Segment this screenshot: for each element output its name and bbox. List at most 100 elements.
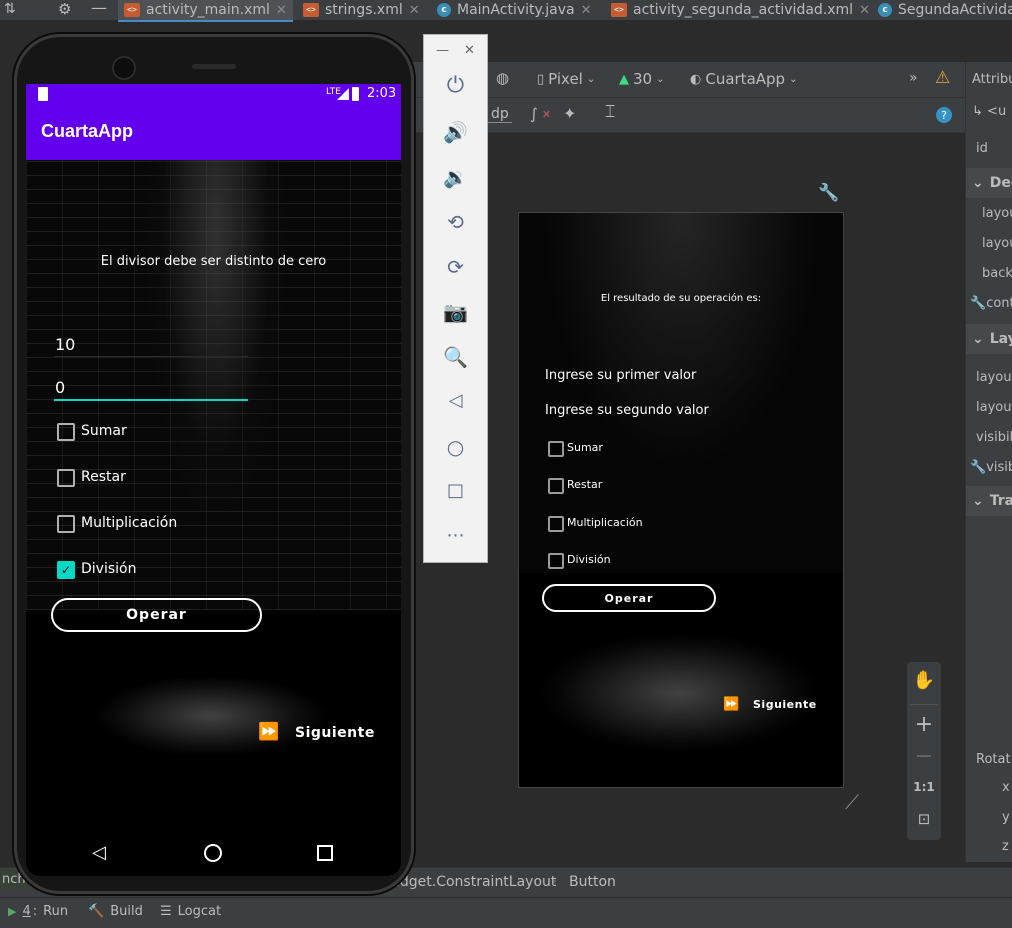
magic-wand-icon[interactable]: ✦ (563, 104, 576, 123)
breadcrumb-leaf[interactable]: Button (569, 874, 616, 890)
overview-icon[interactable] (317, 845, 333, 861)
collapse-icon[interactable]: ⇅ (4, 1, 16, 17)
zoom-to-fit-icon[interactable]: ⊡ (907, 810, 941, 828)
attributes-panel: Attribut ↳ <u id ⌄Dec layou layou backg … (965, 62, 1012, 862)
light-beam (146, 160, 286, 520)
tab-mainactivity[interactable]: c MainActivity.java ✕ (437, 0, 591, 20)
rotate-right-icon[interactable]: ⟳ (424, 255, 487, 279)
close-icon[interactable]: ✕ (409, 3, 420, 18)
align-icon[interactable]: ⌶ (605, 102, 615, 122)
back-icon[interactable]: ◁ (424, 390, 487, 411)
design-preview[interactable]: El resultado de su operación es: Ingrese… (518, 212, 844, 788)
clear-constraints-icon[interactable]: ∫ ✕ (530, 105, 551, 123)
checkbox-division-checked[interactable]: ✓ (57, 561, 75, 579)
attributes-header: Attribut (972, 72, 1012, 87)
siguiente-button[interactable]: Siguiente (295, 725, 375, 741)
operar-button[interactable]: Operar (51, 598, 262, 632)
siguiente-button[interactable]: Siguiente (753, 698, 817, 711)
first-value-input[interactable]: Ingrese su primer valor (545, 368, 696, 383)
rotation-y: y (1002, 810, 1010, 825)
chevron-right-icon: › (552, 874, 557, 888)
spotlight (539, 633, 819, 753)
back-icon[interactable]: ◁ (92, 842, 106, 863)
power-icon[interactable]: ⏻ (424, 73, 487, 98)
chevron-down-icon: ⌄ (972, 331, 984, 347)
zoom-in-icon[interactable]: + (907, 712, 941, 737)
checkbox-label: Restar (567, 478, 603, 491)
volume-up-icon[interactable]: 🔊 (424, 120, 487, 144)
minimize-icon[interactable]: — (436, 43, 449, 58)
resize-handle-icon[interactable]: ⟋ (845, 790, 859, 814)
attr-row[interactable]: backg (982, 266, 1012, 281)
wrench-icon[interactable]: 🔧 (818, 183, 839, 203)
close-icon[interactable]: ✕ (859, 3, 870, 18)
checkbox-label: Sumar (567, 441, 603, 454)
attr-id[interactable]: id (976, 141, 988, 156)
tab-segunda-actividad-xml[interactable]: <> activity_segunda_actividad.xml ✕ (611, 0, 870, 20)
checkbox-label: División (567, 553, 611, 566)
play-icon: ▶ (8, 905, 17, 918)
zoom-out-icon[interactable]: − (907, 744, 941, 769)
operar-button[interactable]: Operar (542, 584, 716, 612)
close-icon[interactable]: ✕ (464, 43, 475, 58)
default-margins[interactable]: dp (488, 106, 512, 123)
zoom-icon[interactable]: 🔍 (424, 345, 487, 369)
magnifier-icon[interactable]: ◍ (496, 69, 509, 87)
editor-tab-bar: ⇅ ⚙ — <> activity_main.xml ✕ <> strings.… (0, 0, 1012, 22)
checkbox-sumar[interactable] (57, 423, 75, 441)
tab-activity-main[interactable]: <> activity_main.xml ✕ (118, 0, 293, 22)
overflow-icon[interactable]: » (909, 70, 918, 86)
attr-row[interactable]: layou (982, 206, 1012, 221)
zoom-one-to-one[interactable]: 1:1 (907, 780, 941, 794)
attr-row[interactable]: layout_ (976, 370, 1012, 385)
minimize-icon[interactable]: — (91, 0, 107, 17)
build-tool-button[interactable]: 🔨 Build (88, 904, 143, 919)
section-layout[interactable]: ⌄Lay (966, 324, 1012, 354)
emulator-toolbar: — ✕ ⏻ 🔊 🔉 ⟲ ⟳ 📷 🔍 ◁ ○ □ ⋯ (423, 34, 488, 563)
app-bar: CuartaApp (26, 106, 401, 160)
device-selector[interactable]: ▯ Pixel ⌄ (537, 70, 595, 88)
phone-screen[interactable]: LTE 2:03 CuartaApp El divisor debe ser d… (26, 84, 401, 876)
first-value-input[interactable]: 10 (55, 335, 75, 354)
attr-row[interactable]: visibilit (976, 430, 1012, 445)
checkbox-multiplicacion[interactable] (548, 516, 564, 532)
second-value-input[interactable]: Ingrese su segundo valor (545, 403, 709, 418)
attr-row-content[interactable]: 🔧conte (970, 296, 1012, 311)
checkbox-sumar[interactable] (548, 441, 564, 457)
component-tree-row[interactable]: ↳ <u (972, 104, 1006, 119)
attr-row[interactable]: layou (982, 236, 1012, 251)
home-icon[interactable]: ○ (424, 435, 487, 459)
pan-hand-icon[interactable]: ✋ (907, 670, 941, 691)
help-icon[interactable]: ? (936, 107, 952, 123)
run-tool-button[interactable]: ▶ 4: Run (8, 904, 68, 919)
gear-icon[interactable]: ⚙ (58, 0, 71, 18)
overview-icon[interactable]: □ (424, 480, 487, 501)
api-selector[interactable]: ▲ 30 ⌄ (619, 70, 664, 88)
tab-segunda-actividad-java[interactable]: c SegundaActivida (878, 0, 1012, 20)
branch-icon: ↳ (972, 104, 983, 119)
camera-icon[interactable]: 📷 (424, 300, 487, 324)
second-value-input[interactable]: 0 (55, 378, 65, 397)
home-icon[interactable] (204, 844, 222, 862)
breadcrumb-path[interactable]: idget.ConstraintLayout (396, 874, 556, 890)
theme-selector[interactable]: ◐ CuartaApp ⌄ (690, 70, 797, 88)
checkbox-restar[interactable] (548, 478, 564, 494)
attr-row-visibility[interactable]: 🔧visib (970, 460, 1012, 475)
tab-strings[interactable]: <> strings.xml ✕ (303, 0, 420, 20)
api-label: 30 (633, 70, 653, 88)
volume-down-icon[interactable]: 🔉 (424, 165, 487, 189)
section-declared[interactable]: ⌄Dec (966, 168, 1012, 198)
more-icon[interactable]: ⋯ (424, 525, 487, 546)
warning-icon[interactable]: ⚠ (935, 68, 950, 88)
checkbox-multiplicacion[interactable] (57, 515, 75, 533)
tab-label: MainActivity.java (457, 2, 575, 18)
logcat-tool-button[interactable]: ☰ Logcat (160, 904, 221, 919)
checkbox-division[interactable] (548, 553, 564, 569)
section-transform[interactable]: ⌄ Tra (966, 486, 1012, 516)
rotation-x: x (1002, 780, 1010, 795)
close-icon[interactable]: ✕ (276, 3, 287, 18)
close-icon[interactable]: ✕ (581, 3, 592, 18)
attr-row[interactable]: layout_ (976, 400, 1012, 415)
checkbox-restar[interactable] (57, 469, 75, 487)
rotate-left-icon[interactable]: ⟲ (424, 210, 487, 234)
